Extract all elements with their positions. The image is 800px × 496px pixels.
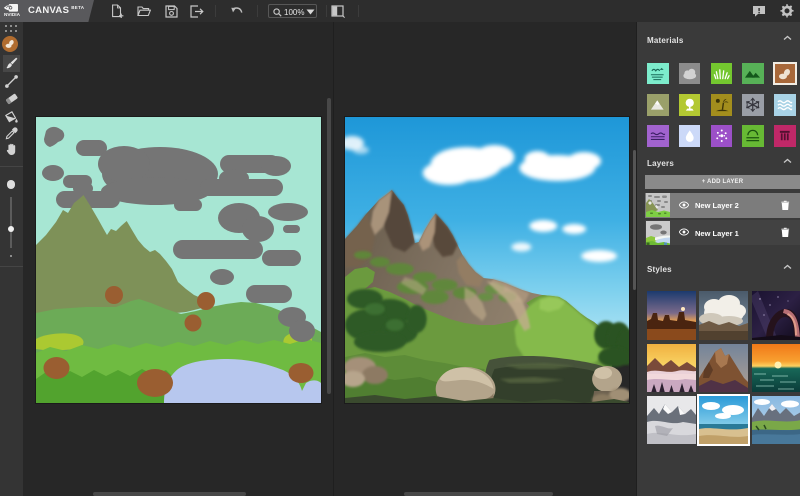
svg-text:NVIDIA: NVIDIA xyxy=(4,12,20,17)
